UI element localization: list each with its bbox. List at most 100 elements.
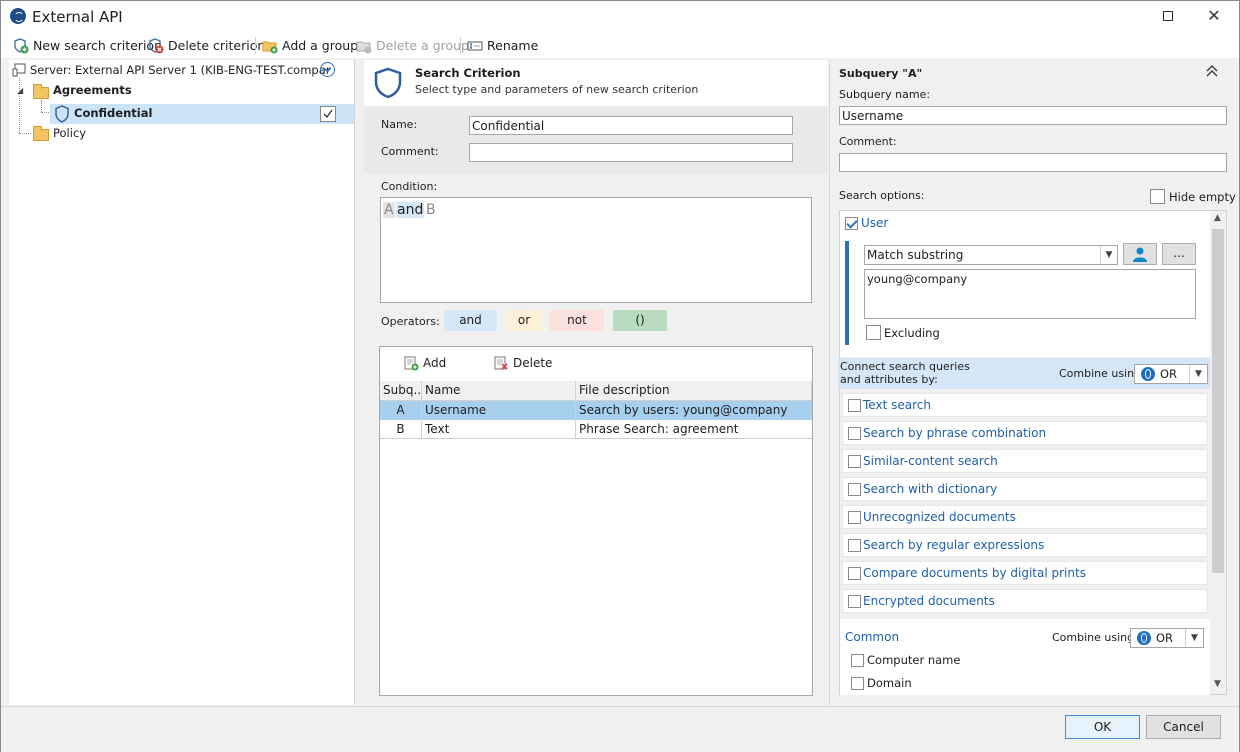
user-icon <box>1133 247 1147 262</box>
comment-field[interactable] <box>469 143 793 162</box>
common-combine-select[interactable]: OR ▼ <box>1130 628 1204 648</box>
new-criterion-button[interactable]: New search criterion <box>13 37 162 54</box>
tree-node-confidential[interactable]: Confidential <box>50 104 354 124</box>
tree-connector <box>41 100 42 112</box>
option-checkbox[interactable] <box>848 483 861 496</box>
chevron-down-icon: ▼ <box>1185 629 1203 647</box>
scroll-down-icon[interactable]: ▼ <box>1214 679 1221 689</box>
folder-delete-icon <box>356 38 372 54</box>
delete-subquery-icon <box>494 356 508 370</box>
option-checkbox[interactable] <box>848 399 861 412</box>
user-checkbox[interactable] <box>845 217 858 230</box>
user-values-field[interactable]: young@company <box>864 269 1196 319</box>
collapse-arrow-icon[interactable]: ◢ <box>17 86 23 95</box>
option-encrypted[interactable]: Encrypted documents <box>842 589 1208 613</box>
user-picker-button[interactable] <box>1123 243 1157 265</box>
option-checkbox[interactable] <box>848 427 861 440</box>
folder-icon <box>33 126 49 141</box>
option-checkbox[interactable] <box>848 567 861 580</box>
match-mode-select[interactable]: Match substring ▼ <box>864 245 1118 265</box>
more-options-button[interactable]: ... <box>1162 243 1196 265</box>
option-digital-prints[interactable]: Compare documents by digital prints <box>842 561 1208 585</box>
cell-description: Phrase Search: agreement <box>579 422 739 436</box>
option-checkbox[interactable] <box>848 455 861 468</box>
name-field[interactable]: Confidential <box>469 116 793 135</box>
ok-button[interactable]: OK <box>1065 715 1140 739</box>
title-bar: External API ✕ <box>1 1 1239 32</box>
computer-name-checkbox[interactable] <box>851 654 864 667</box>
delete-subquery-label: Delete <box>513 356 553 370</box>
excluding-checkbox[interactable] <box>866 325 881 340</box>
option-checkbox[interactable] <box>848 511 861 524</box>
app-logo-icon <box>10 8 26 24</box>
dialog-window: External API ✕ New search criterion Dele… <box>0 0 1240 752</box>
delete-criterion-label: Delete criterion <box>168 38 266 53</box>
condition-editor[interactable]: A and B <box>380 197 812 303</box>
option-label: Search by phrase combination <box>863 426 1047 440</box>
hide-empty-label: Hide empty <box>1169 190 1236 204</box>
domain-checkbox[interactable] <box>851 677 864 690</box>
add-group-button[interactable]: Add a group <box>262 37 358 54</box>
operator-paren-button[interactable]: () <box>613 310 667 331</box>
subquery-title: Subquery "A" <box>839 67 923 80</box>
subquery-comment-label: Comment: <box>839 135 897 148</box>
combine-label: Combine using: <box>1059 367 1145 380</box>
column-header-description[interactable]: File description <box>576 381 812 401</box>
toolbar: New search criterion Delete criterion Ad… <box>1 32 1239 58</box>
window-title: External API <box>32 8 123 26</box>
option-regex[interactable]: Search by regular expressions <box>842 533 1208 557</box>
operator-and-button[interactable]: and <box>444 310 497 331</box>
combine-select[interactable]: OR ▼ <box>1134 364 1208 384</box>
option-unrecognized[interactable]: Unrecognized documents <box>842 505 1208 529</box>
operator-not-button[interactable]: not <box>550 310 604 331</box>
delete-criterion-button[interactable]: Delete criterion <box>148 37 265 54</box>
option-dictionary[interactable]: Search with dictionary <box>842 477 1208 501</box>
server-node-label[interactable]: Server: External API Server 1 (KIB-ENG-T… <box>30 63 330 77</box>
close-button[interactable]: ✕ <box>1191 1 1237 32</box>
name-label: Name: <box>381 118 418 131</box>
option-checkbox[interactable] <box>848 595 861 608</box>
node-checkbox[interactable] <box>320 106 336 122</box>
folder-icon <box>33 84 49 99</box>
delete-subquery-button[interactable]: Delete <box>493 355 552 371</box>
option-label: Search with dictionary <box>863 482 998 496</box>
cell-name: Text <box>422 420 576 439</box>
shield-delete-icon <box>148 37 164 54</box>
scrollbar[interactable]: ▲ ▼ <box>1210 211 1226 694</box>
expand-chevron-icon[interactable] <box>320 62 335 77</box>
user-option-label[interactable]: User <box>861 216 888 230</box>
tree-node-agreements[interactable]: Agreements <box>53 83 132 97</box>
option-text-search[interactable]: Text search <box>842 393 1208 417</box>
tree-node-policy[interactable]: Policy <box>53 126 86 140</box>
option-phrase-combination[interactable]: Search by phrase combination <box>842 421 1208 445</box>
table-row[interactable]: B Text Phrase Search: agreement <box>380 420 812 439</box>
column-header-subquery[interactable]: Subq... <box>380 381 422 401</box>
table-row[interactable]: A Username Search by users: young@compan… <box>380 401 812 420</box>
add-subquery-icon <box>404 356 419 371</box>
option-checkbox[interactable] <box>848 539 861 552</box>
subquery-name-label: Subquery name: <box>839 88 931 101</box>
search-options-label: Search options: <box>839 189 925 202</box>
subquery-name-field[interactable]: Username <box>839 106 1227 125</box>
add-subquery-button[interactable]: Add <box>403 355 446 371</box>
operator-or-button[interactable]: or <box>507 310 541 331</box>
user-option-block: User Match substring ▼ ... young@company… <box>840 211 1210 357</box>
subquery-comment-field[interactable] <box>839 153 1227 172</box>
delete-group-button[interactable]: Delete a group <box>356 37 469 54</box>
shield-add-icon <box>13 37 29 54</box>
common-combine-value: OR <box>1156 631 1174 645</box>
column-header-name[interactable]: Name <box>422 381 576 401</box>
cell-name: Username <box>422 401 576 420</box>
maximize-button[interactable] <box>1145 1 1191 32</box>
option-label: Compare documents by digital prints <box>863 566 1086 580</box>
condition-token-b: B <box>426 202 436 218</box>
scrollbar-thumb[interactable] <box>1212 229 1224 573</box>
common-combine-label: Combine using: <box>1052 631 1138 644</box>
scroll-up-icon[interactable]: ▲ <box>1214 213 1221 223</box>
cancel-button[interactable]: Cancel <box>1146 715 1221 739</box>
option-similar-content[interactable]: Similar-content search <box>842 449 1208 473</box>
excluding-label: Excluding <box>884 326 940 340</box>
rename-button[interactable]: Rename <box>467 37 538 54</box>
collapse-up-icon[interactable] <box>1204 63 1220 79</box>
hide-empty-checkbox[interactable] <box>1150 189 1165 204</box>
